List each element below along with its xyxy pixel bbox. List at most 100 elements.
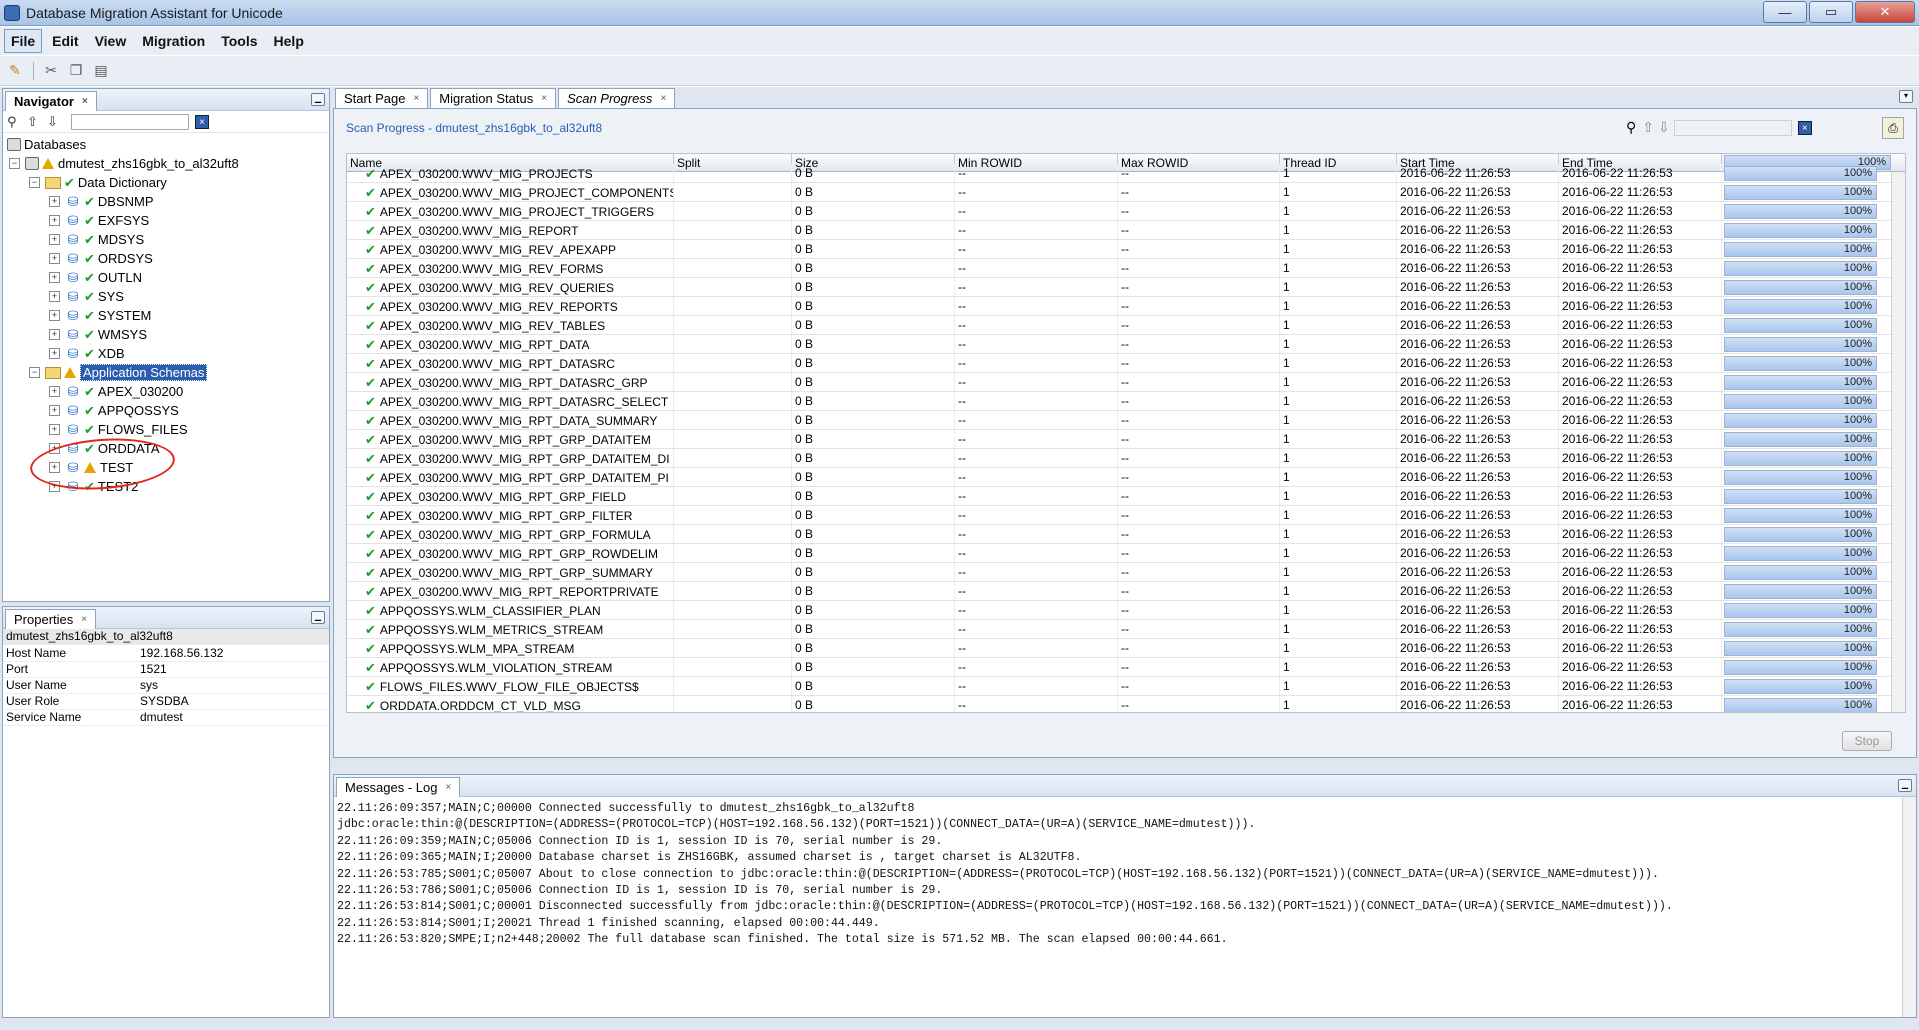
copy-icon[interactable]: ❐ — [67, 62, 85, 80]
editor-menu-button[interactable]: ▾ — [1899, 90, 1913, 103]
tree-node-schema[interactable]: + ⛁ ✔ EXFSYS — [3, 211, 329, 230]
stop-button[interactable]: Stop — [1842, 731, 1892, 751]
table-row[interactable]: ✔ APEX_030200.WWV_MIG_RPT_GRP_ROWDELIM 0 B… — [347, 544, 1905, 563]
table-row[interactable]: ✔ APPQOSSYS.WLM_VIOLATION_STREAM 0 B -- -- 1 2… — [347, 658, 1905, 677]
tab-scan-progress[interactable]: Scan Progress × — [558, 88, 676, 108]
collapse-icon[interactable]: − — [29, 177, 40, 188]
tree-node-data-dictionary[interactable]: − ✔ Data Dictionary — [3, 173, 329, 192]
table-row[interactable]: ✔ APEX_030200.WWV_MIG_REV_QUERIES 0 B -- -- 1… — [347, 278, 1905, 297]
tree-node-schema[interactable]: + ⛁ ✔ SYS — [3, 287, 329, 306]
tree-node-schema[interactable]: + ⛁ ✔ DBSNMP — [3, 192, 329, 211]
menu-migration[interactable]: Migration — [136, 30, 211, 52]
binoculars-icon[interactable]: ⚲ — [1626, 119, 1636, 136]
minimize-panel-button[interactable]: ▁ — [311, 93, 325, 106]
tree-node-schema[interactable]: + ⛁ ✔ SYSTEM — [3, 306, 329, 325]
table-row[interactable]: ✔ APPQOSSYS.WLM_CLASSIFIER_PLAN 0 B -- -- 1 20… — [347, 601, 1905, 620]
table-row[interactable]: ✔ APEX_030200.WWV_MIG_RPT_GRP_DATAITEM_DI… — [347, 449, 1905, 468]
expand-icon[interactable]: + — [49, 348, 60, 359]
close-icon[interactable]: × — [541, 93, 547, 104]
close-icon[interactable]: × — [660, 93, 666, 104]
table-row[interactable]: ✔ APEX_030200.WWV_MIG_RPT_GRP_SUMMARY 0 B-… — [347, 563, 1905, 582]
arrow-down-icon[interactable]: ⇩ — [47, 114, 63, 130]
tab-properties[interactable]: Properties × — [5, 608, 97, 629]
tree-node-schema[interactable]: + ⛁ ✔ XDB — [3, 344, 329, 363]
table-row[interactable]: ✔ APEX_030200.WWV_MIG_PROJECTS 0 B -- -- 1 201… — [347, 164, 1905, 183]
table-row[interactable]: ✔ APEX_030200.WWV_MIG_REV_APEXAPP 0 B -- -- 1… — [347, 240, 1905, 259]
table-row[interactable]: ✔ APEX_030200.WWV_MIG_RPT_DATASRC_SELECT 0… — [347, 392, 1905, 411]
table-row[interactable]: ✔ APEX_030200.WWV_MIG_REV_TABLES 0 B -- -- 1 2… — [347, 316, 1905, 335]
log-scrollbar[interactable] — [1902, 797, 1916, 1017]
expand-icon[interactable]: + — [49, 253, 60, 264]
scan-search-input[interactable] — [1673, 119, 1792, 136]
table-row[interactable]: ✔ APEX_030200.WWV_MIG_PROJECT_TRIGGERS 0 B… — [347, 202, 1905, 221]
expand-icon[interactable]: + — [49, 215, 60, 226]
tree-node-schema[interactable]: + ⛁ ✔ OUTLN — [3, 268, 329, 287]
close-icon[interactable]: × — [82, 96, 88, 107]
arrow-up-icon[interactable]: ⇧ — [27, 114, 43, 130]
table-row[interactable]: ✔ APPQOSSYS.WLM_METRICS_STREAM 0 B -- -- 1 201… — [347, 620, 1905, 639]
arrow-up-icon[interactable]: ⇧ — [1642, 119, 1654, 136]
expand-icon[interactable]: + — [49, 234, 60, 245]
menu-edit[interactable]: Edit — [46, 30, 84, 52]
expand-icon[interactable]: + — [49, 196, 60, 207]
collapse-icon[interactable]: − — [29, 367, 40, 378]
tree-node-schema[interactable]: + ⛁ ✔ MDSYS — [3, 230, 329, 249]
tab-navigator[interactable]: Navigator × — [5, 90, 97, 111]
expand-icon[interactable]: + — [49, 386, 60, 397]
paste-icon[interactable]: ▤ — [92, 62, 110, 80]
table-row[interactable]: ✔ APPQOSSYS.WLM_MPA_STREAM 0 B -- -- 1 2016-06… — [347, 639, 1905, 658]
table-row[interactable]: ✔ APEX_030200.WWV_MIG_RPT_DATASRC 0 B -- -- 1… — [347, 354, 1905, 373]
minimize-button[interactable]: — — [1763, 1, 1807, 23]
maximize-button[interactable]: ▭ — [1809, 1, 1853, 23]
tree-node-schema[interactable]: + ⛁ ✔ APEX_030200 — [3, 382, 329, 401]
expand-icon[interactable]: + — [49, 272, 60, 283]
minimize-panel-button[interactable]: ▁ — [1898, 779, 1912, 792]
table-row[interactable]: ✔ APEX_030200.WWV_MIG_RPT_GRP_DATAITEM_PI… — [347, 468, 1905, 487]
tab-migration-status[interactable]: Migration Status × — [430, 88, 557, 108]
navigator-search-input[interactable] — [71, 113, 189, 130]
minimize-panel-button[interactable]: ▁ — [311, 611, 325, 624]
tree-node-schema[interactable]: + ⛁ ✔ FLOWS_FILES — [3, 420, 329, 439]
arrow-down-icon[interactable]: ⇩ — [1658, 119, 1670, 136]
table-row[interactable]: ✔ APEX_030200.WWV_MIG_RPT_REPORTPRIVATE 0 … — [347, 582, 1905, 601]
table-row[interactable]: ✔ APEX_030200.WWV_MIG_RPT_GRP_FIELD 0 B -- -… — [347, 487, 1905, 506]
table-scrollbar[interactable] — [1891, 172, 1905, 712]
table-row[interactable]: ✔ APEX_030200.WWV_MIG_RPT_DATA 0 B -- -- 1 201… — [347, 335, 1905, 354]
close-icon[interactable]: × — [413, 93, 419, 104]
expand-icon[interactable]: + — [49, 310, 60, 321]
close-icon[interactable]: × — [81, 614, 87, 625]
close-icon[interactable]: × — [446, 782, 452, 793]
collapse-icon[interactable]: − — [9, 158, 20, 169]
menu-tools[interactable]: Tools — [215, 30, 263, 52]
menu-help[interactable]: Help — [268, 30, 310, 52]
close-button[interactable]: ✕ — [1855, 1, 1915, 23]
cut-icon[interactable]: ✂ — [42, 62, 60, 80]
table-row[interactable]: ✔ APEX_030200.WWV_MIG_RPT_DATASRC_GRP 0 B-… — [347, 373, 1905, 392]
binoculars-icon[interactable]: ⚲ — [7, 114, 23, 130]
tree-node-databases[interactable]: Databases — [3, 135, 329, 154]
tree-node-schema[interactable]: + ⛁ ✔ ORDSYS — [3, 249, 329, 268]
table-row[interactable]: ✔ APEX_030200.WWV_MIG_REPORT 0 B -- -- 1 2016-… — [347, 221, 1905, 240]
expand-icon[interactable]: + — [49, 291, 60, 302]
table-row[interactable]: ✔ APEX_030200.WWV_MIG_REV_REPORTS 0 B -- -- 1… — [347, 297, 1905, 316]
table-row[interactable]: ✔ APEX_030200.WWV_MIG_RPT_GRP_FILTER 0 B --… — [347, 506, 1905, 525]
clear-search-icon[interactable]: × — [1797, 120, 1812, 135]
table-row[interactable]: ✔ APEX_030200.WWV_MIG_RPT_GRP_FORMULA 0 B-… — [347, 525, 1905, 544]
tab-start-page[interactable]: Start Page × — [335, 88, 429, 108]
expand-icon[interactable]: + — [49, 424, 60, 435]
menu-view[interactable]: View — [89, 30, 133, 52]
table-row[interactable]: ✔ APEX_030200.WWV_MIG_RPT_DATA_SUMMARY 0 B… — [347, 411, 1905, 430]
clear-search-icon[interactable]: × — [195, 114, 209, 129]
tree-node-schema[interactable]: + ⛁ ✔ WMSYS — [3, 325, 329, 344]
table-row[interactable]: ✔ APEX_030200.WWV_MIG_RPT_GRP_DATAITEM 0 B… — [347, 430, 1905, 449]
table-row[interactable]: ✔ APEX_030200.WWV_MIG_REV_FORMS 0 B -- -- 1 20… — [347, 259, 1905, 278]
tree-node-connection[interactable]: − dmutest_zhs16gbk_to_al32uft8 — [3, 154, 329, 173]
new-connection-icon[interactable]: ✎ — [6, 62, 24, 80]
menu-file[interactable]: File — [4, 29, 43, 53]
tree-node-application-schemas[interactable]: − Application Schemas — [3, 363, 329, 382]
tab-messages-log[interactable]: Messages - Log × — [336, 776, 461, 797]
table-row[interactable]: ✔ FLOWS_FILES.WWV_FLOW_FILE_OBJECTS$ 0 B --… — [347, 677, 1905, 696]
expand-icon[interactable]: + — [49, 405, 60, 416]
expand-icon[interactable]: + — [49, 329, 60, 340]
table-row[interactable]: ✔ ORDDATA.ORDDCM_CT_VLD_MSG 0 B -- -- 1 2016-0… — [347, 696, 1905, 712]
